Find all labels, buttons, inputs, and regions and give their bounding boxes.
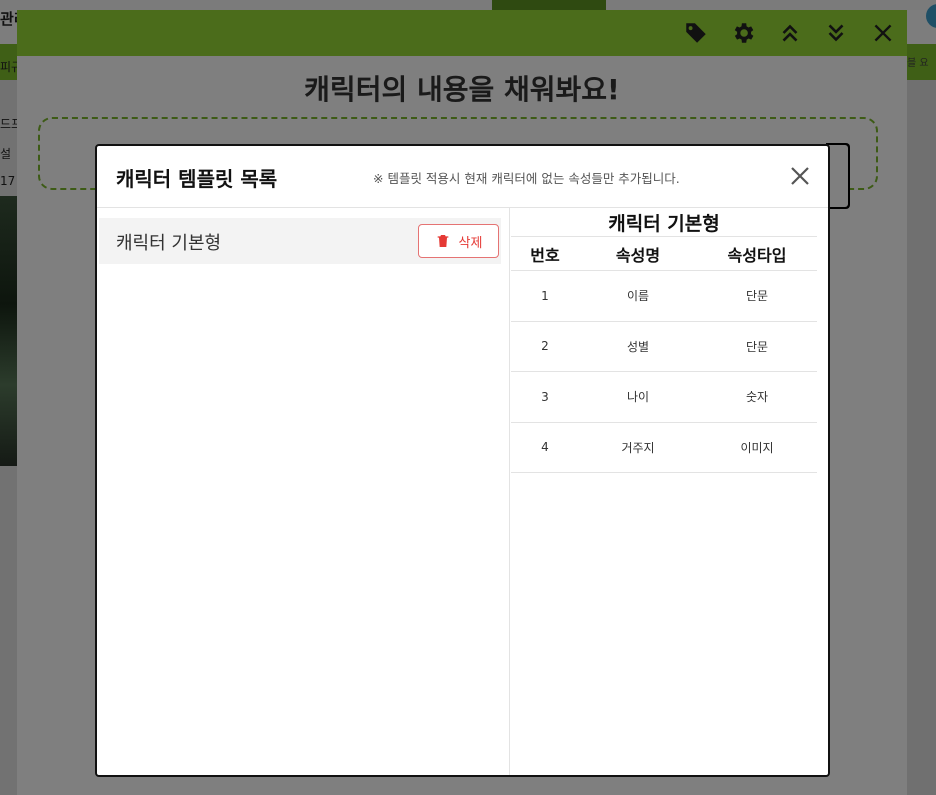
- chevrons-up-icon[interactable]: [775, 18, 805, 48]
- tag-icon[interactable]: [681, 18, 711, 48]
- cell-attribute-type: 숫자: [697, 371, 817, 423]
- column-header-attribute-name: 속성명: [579, 236, 697, 271]
- trash-icon: [437, 235, 448, 247]
- background-left-text: 관리: [0, 10, 17, 28]
- background-left-text: 설: [0, 147, 12, 161]
- table-row: 2 성별 단문: [511, 321, 817, 372]
- column-header-attribute-type: 속성타입: [697, 236, 817, 271]
- delete-template-button[interactable]: 삭제: [418, 224, 499, 258]
- chevrons-down-icon[interactable]: [821, 18, 851, 48]
- cell-attribute-name: 성별: [579, 321, 697, 372]
- cell-attribute-name: 이름: [579, 270, 697, 322]
- cell-attribute-type: 단문: [697, 321, 817, 372]
- cell-attribute-type: 이미지: [697, 422, 817, 473]
- cell-number: 3: [511, 371, 579, 423]
- column-header-number: 번호: [511, 236, 579, 271]
- background-image: [0, 196, 17, 466]
- template-detail-title: 캐릭터 기본형: [608, 213, 720, 235]
- attribute-table: 번호 속성명 속성타입 1 이름 단문 2 성별 단문 3 나이 숫자 4 거주…: [511, 236, 817, 473]
- table-row: 1 이름 단문: [511, 270, 817, 322]
- background-right-text: 블 요: [907, 58, 929, 69]
- background-right-column: [907, 80, 936, 795]
- template-name: 캐릭터 기본형: [116, 233, 222, 254]
- cell-number: 1: [511, 270, 579, 322]
- background-left-text: 드프: [0, 117, 17, 131]
- template-detail-pane: 캐릭터 기본형 번호 속성명 속성타입 1 이름 단문 2 성별 단문 3 나이…: [511, 208, 828, 775]
- cell-number: 2: [511, 321, 579, 372]
- background-left-text: 피규: [0, 60, 17, 74]
- template-list-item[interactable]: 캐릭터 기본형 삭제: [99, 218, 501, 264]
- editor-title: 캐릭터의 내용을 채워봐요!: [304, 73, 620, 106]
- template-list-pane: 캐릭터 기본형 삭제: [97, 208, 510, 775]
- table-row: 3 나이 숫자: [511, 371, 817, 423]
- delete-label: 삭제: [458, 235, 483, 251]
- table-row: 4 거주지 이미지: [511, 422, 817, 473]
- modal-title: 캐릭터 템플릿 목록: [116, 167, 278, 191]
- gear-icon[interactable]: [728, 18, 758, 48]
- cell-attribute-name: 나이: [579, 371, 697, 423]
- editor-toolbar: [17, 10, 907, 56]
- cell-number: 4: [511, 422, 579, 473]
- background-nav-block: [492, 0, 606, 10]
- modal-shadow-inner: [828, 145, 848, 207]
- background-top-strip: [0, 0, 936, 10]
- modal-close-button[interactable]: [787, 163, 813, 189]
- cell-attribute-type: 단문: [697, 270, 817, 322]
- modal-header: 캐릭터 템플릿 목록 ※ 템플릿 적용시 현재 캐릭터에 없는 속성들만 추가됩…: [97, 146, 828, 208]
- table-header-row: 번호 속성명 속성타입: [511, 236, 817, 271]
- template-list-modal: 캐릭터 템플릿 목록 ※ 템플릿 적용시 현재 캐릭터에 없는 속성들만 추가됩…: [95, 144, 830, 777]
- modal-notice: ※ 템플릿 적용시 현재 캐릭터에 없는 속성들만 추가됩니다.: [373, 171, 680, 186]
- background-left-text: 17: [0, 174, 16, 188]
- close-icon[interactable]: [868, 18, 898, 48]
- cell-attribute-name: 거주지: [579, 422, 697, 473]
- close-icon: [791, 167, 809, 185]
